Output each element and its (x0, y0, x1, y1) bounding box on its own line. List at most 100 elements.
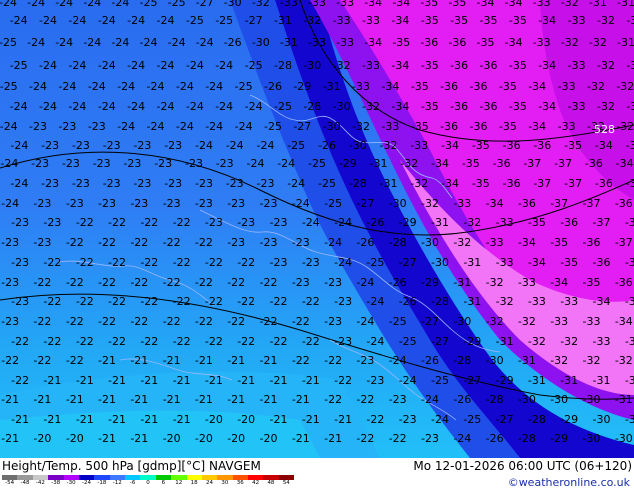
temperature-label: -24 (0, 0, 17, 9)
temperature-label: -36 (480, 59, 498, 72)
temperature-label: -33 (333, 14, 351, 27)
temperature-label: -33 (362, 59, 380, 72)
temperature-label: -30 (583, 432, 601, 445)
temperature-label: -33 (568, 100, 586, 113)
temperature-label: -24 (431, 413, 449, 426)
temperature-label: -35 (411, 120, 429, 133)
temperature-label: -27 (463, 374, 481, 387)
temperature-label: -27 (421, 315, 439, 328)
temperature-label: -36 (583, 236, 601, 249)
temperature-label: -22 (173, 216, 191, 229)
temperature-label: -23 (216, 157, 234, 170)
temperature-label: -24 (356, 315, 374, 328)
temperature-label: -36 (470, 80, 488, 93)
temperature-label: -21 (292, 432, 310, 445)
temperature-label: -23 (334, 295, 352, 308)
temperature-label: -33 (486, 236, 504, 249)
temperature-label: -22 (163, 276, 181, 289)
temperature-label: -33 (626, 139, 634, 152)
temperature-label: -22 (140, 256, 158, 269)
temperature-label: -35 (528, 216, 546, 229)
temperature-label: -23 (292, 236, 310, 249)
temperature-label: -34 (528, 256, 546, 269)
valid-time: Mo 12-01-2026 06:00 UTC (06+120) (413, 459, 632, 473)
temperature-label: -37 (523, 157, 541, 170)
temperature-label: -26 (366, 216, 384, 229)
temperature-label: -28 (274, 59, 292, 72)
temperature-label: -31 (496, 335, 514, 348)
temperature-label: -34 (505, 0, 523, 9)
temperature-label: -37 (593, 216, 611, 229)
temperature-label: -32 (616, 80, 634, 93)
temperature-label: -23 (164, 177, 182, 190)
temperature-label: -21 (33, 393, 51, 406)
temperature-label: -21 (108, 374, 126, 387)
temperature-label: -32 (400, 157, 418, 170)
temperature-label: -32 (528, 335, 546, 348)
temperature-label: -29 (496, 374, 514, 387)
temperature-label: -21 (173, 374, 191, 387)
temperature-label: -24 (235, 120, 253, 133)
temperature-label: -25 (264, 120, 282, 133)
temperature-label: -23 (66, 197, 84, 210)
temperature-label: -21 (173, 413, 191, 426)
temperature-label: -22 (292, 315, 310, 328)
temperature-label: -36 (480, 100, 498, 113)
temperature-label: -31 (380, 177, 398, 190)
temperature-label: -32 (421, 197, 439, 210)
temperature-label: -30 (349, 139, 367, 152)
temperature-label: -34 (615, 315, 633, 328)
temperature-label: -27 (293, 120, 311, 133)
temperature-label: -36 (615, 276, 633, 289)
temperature-label: -31 (280, 36, 298, 49)
temperature-label: -32 (352, 120, 370, 133)
temperature-label: -24 (10, 14, 28, 27)
colorbar-label: -30 (66, 480, 76, 486)
credit-link[interactable]: ©weatheronline.co.uk (508, 476, 630, 489)
temperature-label: -22 (108, 295, 126, 308)
temperature-label: -30 (453, 315, 471, 328)
temperature-label: -24 (111, 36, 129, 49)
temperature-label: -21 (195, 354, 213, 367)
temperature-label: -20 (66, 432, 84, 445)
temperature-label: -24 (39, 59, 57, 72)
temperature-label: -21 (130, 354, 148, 367)
temperature-label: -21 (334, 413, 352, 426)
temperature-label: -24 (27, 0, 45, 9)
temperature-label: -23 (11, 295, 29, 308)
temperature-label: -35 (560, 256, 578, 269)
temperature-label: -36 (595, 177, 613, 190)
temperature-label: -24 (277, 157, 295, 170)
temperature-label: -23 (103, 177, 121, 190)
temperature-label: -25 (0, 36, 17, 49)
temperature-label: -22 (130, 236, 148, 249)
temperature-label: -33 (625, 335, 634, 348)
temperature-label: -36 (420, 36, 438, 49)
temperature-label: -22 (260, 276, 278, 289)
temperature-label: -26 (421, 354, 439, 367)
temperature-label: -33 (558, 120, 576, 133)
temperature-label: -22 (163, 315, 181, 328)
temperature-label: -21 (163, 354, 181, 367)
temperature-label: -24 (117, 120, 135, 133)
temperature-label: -25 (389, 315, 407, 328)
temperature-label: -24 (58, 80, 76, 93)
temperature-label: -35 (411, 80, 429, 93)
temperature-label: -30 (323, 120, 341, 133)
temperature-label: -22 (43, 295, 61, 308)
temperature-label: -25 (463, 413, 481, 426)
temperature-label: -26 (389, 276, 407, 289)
temperature-label: -23 (163, 197, 181, 210)
colorbar-label: -18 (97, 480, 107, 486)
temperature-label: -22 (98, 315, 116, 328)
temperature-label: -22 (33, 354, 51, 367)
temperature-label: -33 (352, 80, 370, 93)
temperature-label: -33 (518, 276, 536, 289)
temperature-label: -24 (98, 14, 116, 27)
temperature-label: -22 (195, 315, 213, 328)
temperature-label: -34 (391, 59, 409, 72)
temperature-label: -22 (43, 335, 61, 348)
temperature-label: -22 (173, 295, 191, 308)
temperature-label: -33 (362, 14, 380, 27)
temperature-label: -23 (164, 139, 182, 152)
